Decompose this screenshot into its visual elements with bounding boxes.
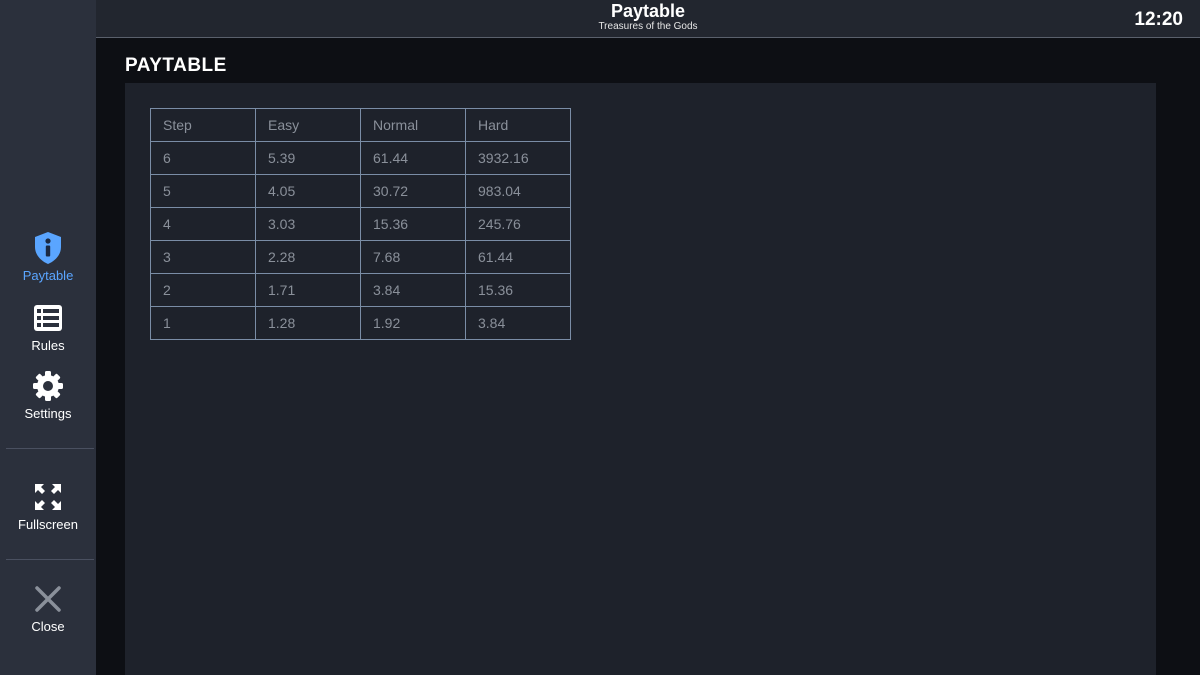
table-cell: 3.84 [360, 273, 466, 307]
table-cell: 1.92 [360, 306, 466, 340]
paytable-table: Step Easy Normal Hard 6 5.39 61.44 3932.… [150, 108, 571, 340]
sidebar-item-label: Rules [31, 338, 65, 353]
table-cell: 3 [150, 240, 256, 274]
expand-icon [32, 481, 64, 513]
table-cell: 1.28 [255, 306, 361, 340]
page-title: PAYTABLE [125, 55, 227, 76]
column-header: Normal [360, 108, 466, 142]
table-cell: 5.39 [255, 141, 361, 175]
table-cell: 983.04 [465, 174, 571, 208]
table-cell: 6 [150, 141, 256, 175]
sidebar: Paytable Rules Settings Fullscreen Close [0, 0, 96, 675]
table-cell: 2 [150, 273, 256, 307]
table-header-row: Step Easy Normal Hard [150, 108, 571, 142]
sidebar-divider [6, 448, 94, 449]
table-cell: 5 [150, 174, 256, 208]
table-cell: 15.36 [360, 207, 466, 241]
table-cell: 245.76 [465, 207, 571, 241]
content-panel: Step Easy Normal Hard 6 5.39 61.44 3932.… [125, 83, 1156, 675]
table-row: 1 1.28 1.92 3.84 [150, 306, 571, 340]
table-cell: 3932.16 [465, 141, 571, 175]
table-cell: 2.28 [255, 240, 361, 274]
table-cell: 3.03 [255, 207, 361, 241]
column-header: Easy [255, 108, 361, 142]
window-title: Paytable [610, 1, 686, 21]
sidebar-item-label: Settings [24, 406, 72, 421]
table-row: 4 3.03 15.36 245.76 [150, 207, 571, 241]
table-cell: 61.44 [360, 141, 466, 175]
info-shield-icon [32, 232, 64, 264]
list-icon [32, 302, 64, 334]
close-button[interactable]: Close [0, 583, 96, 634]
table-row: 5 4.05 30.72 983.04 [150, 174, 571, 208]
sidebar-item-paytable[interactable]: Paytable [0, 232, 96, 283]
header-bar: Paytable Treasures of the Gods 12:20 [96, 0, 1200, 38]
clock: 12:20 [1134, 9, 1183, 30]
sidebar-item-label: Fullscreen [18, 517, 78, 532]
table-cell: 30.72 [360, 174, 466, 208]
table-cell: 1.71 [255, 273, 361, 307]
sidebar-item-settings[interactable]: Settings [0, 370, 96, 421]
table-cell: 7.68 [360, 240, 466, 274]
gear-icon [32, 370, 64, 402]
sidebar-divider [6, 559, 94, 560]
table-cell: 61.44 [465, 240, 571, 274]
table-row: 2 1.71 3.84 15.36 [150, 273, 571, 307]
column-header: Step [150, 108, 256, 142]
close-icon [32, 583, 64, 615]
table-row: 3 2.28 7.68 61.44 [150, 240, 571, 274]
table-row: 6 5.39 61.44 3932.16 [150, 141, 571, 175]
table-cell: 4.05 [255, 174, 361, 208]
sidebar-item-fullscreen[interactable]: Fullscreen [0, 481, 96, 532]
table-cell: 4 [150, 207, 256, 241]
game-subtitle: Treasures of the Gods [598, 21, 698, 32]
sidebar-item-rules[interactable]: Rules [0, 302, 96, 353]
table-cell: 1 [150, 306, 256, 340]
sidebar-item-label: Paytable [22, 268, 74, 283]
sidebar-item-label: Close [31, 619, 65, 634]
table-cell: 3.84 [465, 306, 571, 340]
table-cell: 15.36 [465, 273, 571, 307]
column-header: Hard [465, 108, 571, 142]
